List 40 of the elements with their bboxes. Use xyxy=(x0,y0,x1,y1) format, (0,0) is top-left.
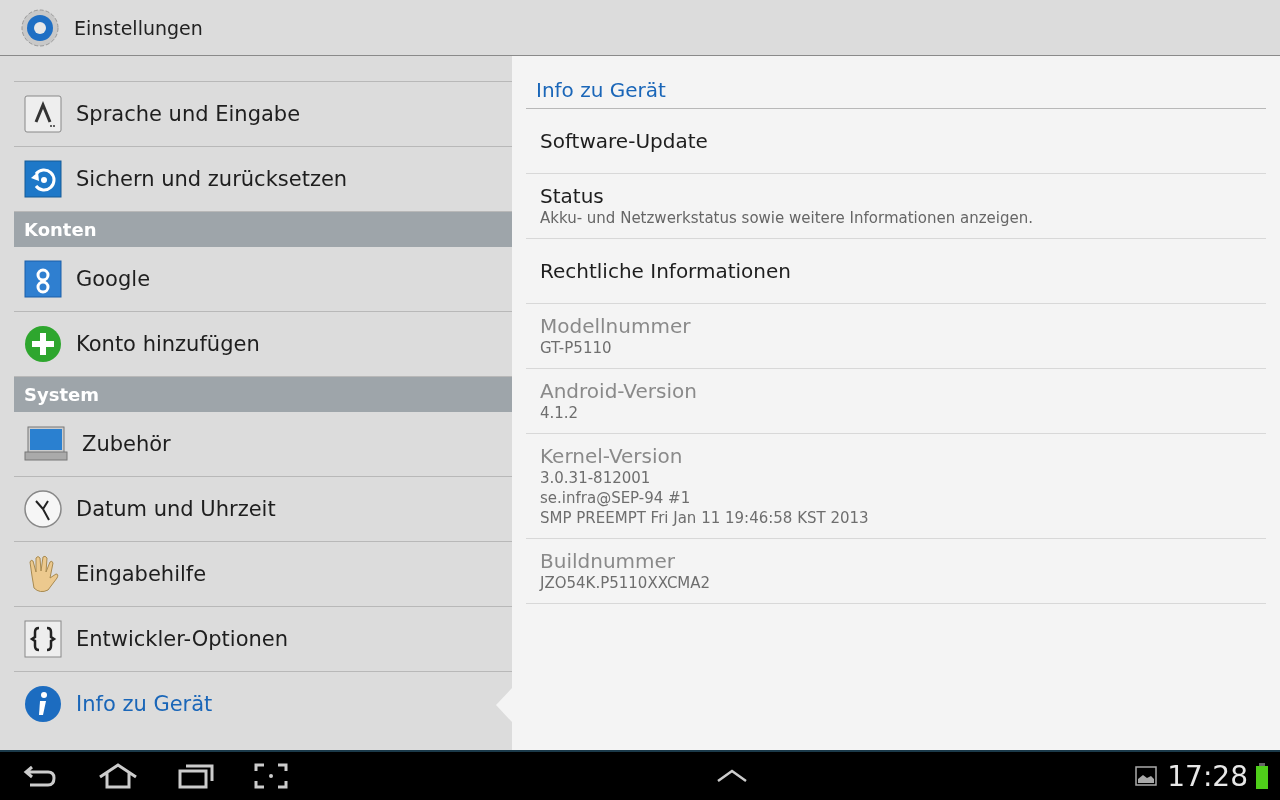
preference-summary: SMP PREEMPT Fri Jan 11 19:46:58 KST 2013 xyxy=(540,508,870,528)
settings-item[interactable]: Eingabehilfe xyxy=(14,542,512,607)
preference-item: Buildnummer JZO54K.P5110XXCMA2 xyxy=(526,539,1266,604)
preference-summary: Akku- und Netzwerkstatus sowie weitere Informationen anzeigen. xyxy=(540,208,1034,228)
clock-icon xyxy=(24,490,62,528)
settings-item[interactable]: Google xyxy=(14,247,512,312)
chevron-up-icon[interactable] xyxy=(715,769,748,783)
plus-icon xyxy=(24,325,62,363)
section-title: Info zu Gerät xyxy=(526,56,1266,109)
preference-summary: 3.0.31-812001 xyxy=(540,468,652,488)
section-header: Konten xyxy=(14,212,512,247)
preference-item: Modellnummer GT-P5110 xyxy=(526,304,1266,369)
restore-icon xyxy=(24,160,62,198)
battery-icon xyxy=(1256,763,1268,789)
recent-apps-button[interactable] xyxy=(178,763,214,789)
home-button[interactable] xyxy=(98,763,138,789)
app-title: Einstellungen xyxy=(74,16,203,39)
settings-icon xyxy=(20,7,60,48)
braces-icon xyxy=(24,620,62,658)
preference-item: Kernel-Version 3.0.31-812001 se.infra@SEP-94 #1 SMP PREEMPT Fri Jan 11 19:46:58 KST 2013 xyxy=(526,434,1266,539)
preference-summary: JZO54K.P5110XXCMA2 xyxy=(540,573,712,593)
preference-summary: 4.1.2 xyxy=(540,403,580,423)
settings-item[interactable]: Sprache und Eingabe xyxy=(14,82,512,147)
preference-item[interactable]: Software-Update xyxy=(526,109,1266,174)
back-button[interactable] xyxy=(22,763,58,789)
settings-item[interactable]: Info zu Gerät xyxy=(14,672,512,736)
preference-item[interactable]: Status Akku- und Netzwerkstatus sowie weitere Informationen anzeigen. xyxy=(526,174,1266,239)
image-icon xyxy=(1135,766,1158,786)
clock-time: 17:28 xyxy=(1167,759,1248,793)
screenshot-button[interactable] xyxy=(254,763,288,789)
preference-summary: se.infra@SEP-94 #1 xyxy=(540,488,692,508)
preference-item: Android-Version 4.1.2 xyxy=(526,369,1266,434)
settings-item[interactable]: Entwickler-Optionen xyxy=(14,607,512,672)
settings-item[interactable]: Datum und Uhrzeit xyxy=(14,477,512,542)
info-icon xyxy=(24,685,62,723)
preference-summary: GT-P5110 xyxy=(540,338,613,358)
tablet-dock-icon xyxy=(24,426,68,462)
settings-item[interactable]: Zubehör xyxy=(14,412,512,477)
section-header: System xyxy=(14,377,512,412)
preference-item[interactable]: Rechtliche Informationen xyxy=(526,239,1266,304)
